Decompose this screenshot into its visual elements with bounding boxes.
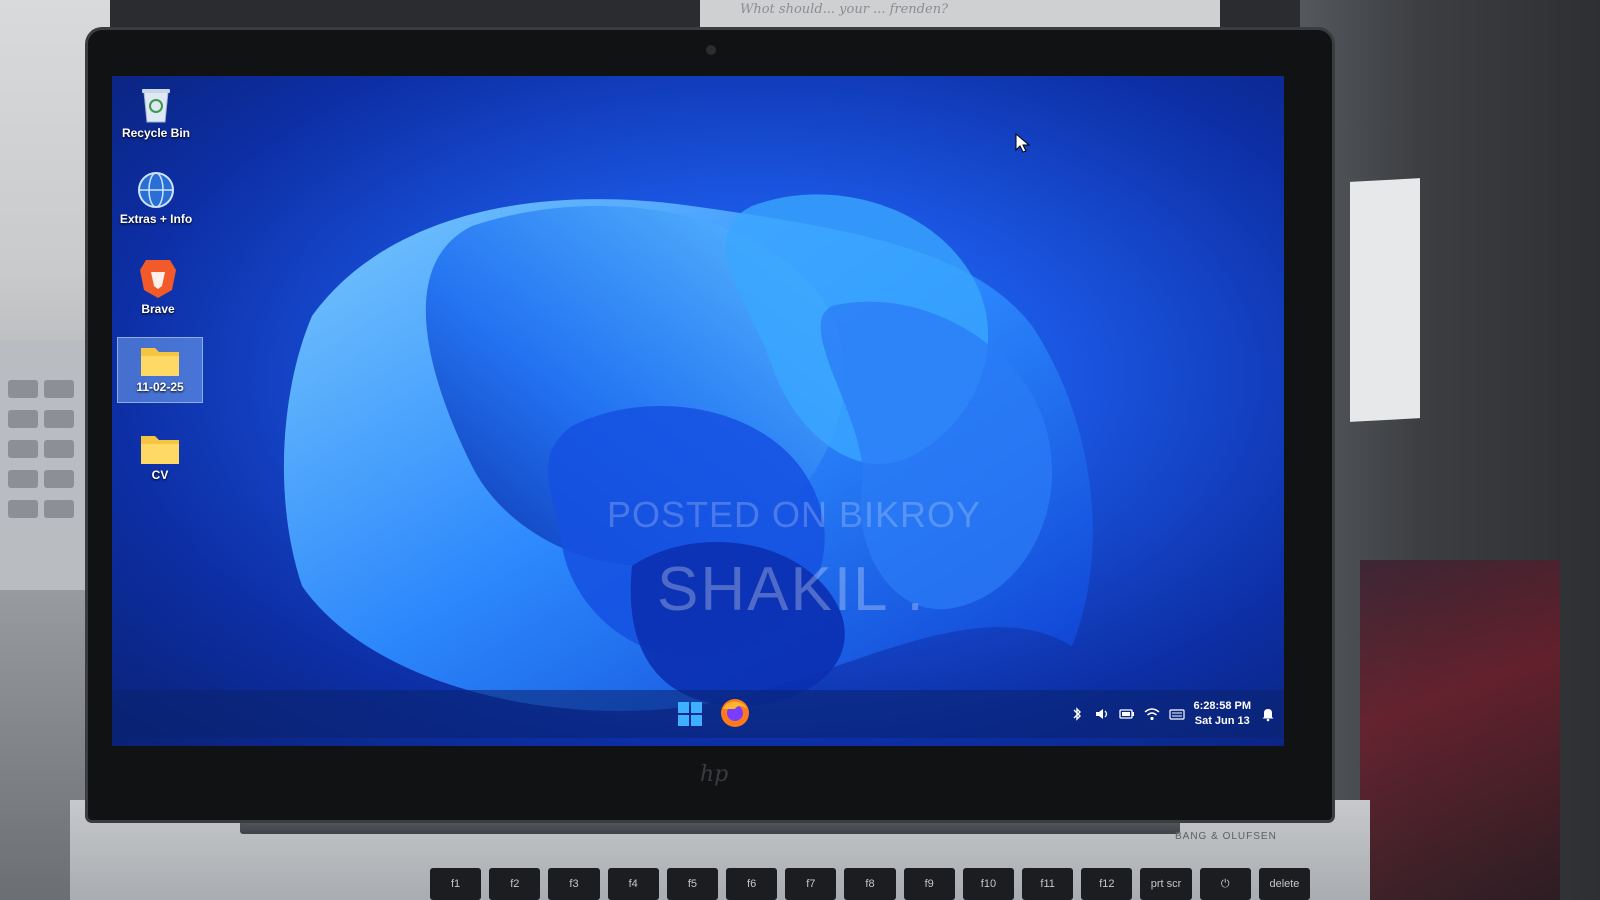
f5-key[interactable]: f5 <box>666 868 719 900</box>
print-screen-key[interactable]: prt scr <box>1140 868 1192 900</box>
keyboard-key <box>8 380 38 398</box>
system-tray: 6:28:58 PM Sat Jun 13 <box>1069 690 1276 738</box>
recycle-bin-icon <box>142 89 170 123</box>
delete-key[interactable]: delete <box>1258 868 1311 900</box>
second-laptop-keyboard <box>0 340 100 590</box>
desktop-screen[interactable]: Recycle Bin Extras + Info Brave 11-02-25… <box>112 76 1284 746</box>
keyboard-key <box>44 500 74 518</box>
keyboard-key <box>44 440 74 458</box>
brave-label: Brave <box>141 302 175 316</box>
f6-key[interactable]: f6 <box>726 868 778 900</box>
folder-11-02-25-shortcut[interactable]: 11-02-25 <box>117 337 203 403</box>
notification-bell-icon[interactable] <box>1260 706 1276 722</box>
f2-key[interactable]: f2 <box>489 868 541 900</box>
bluetooth-icon[interactable] <box>1069 706 1085 722</box>
windows-start-icon[interactable] <box>677 701 703 727</box>
keyboard-key <box>8 410 38 428</box>
f12-key[interactable]: f12 <box>1081 868 1133 900</box>
f9-key[interactable]: f9 <box>903 868 955 900</box>
folder-cv-label: CV <box>151 468 169 482</box>
bloom-wallpaper <box>283 194 1093 711</box>
f1-key[interactable]: f1 <box>430 868 482 900</box>
keyboard-key <box>8 440 38 458</box>
globe-info-icon <box>138 172 174 208</box>
brave-shortcut[interactable]: Brave <box>116 252 200 316</box>
power-key[interactable]: ⏻ <box>1199 868 1251 900</box>
wifi-icon[interactable] <box>1144 706 1160 722</box>
f4-key[interactable]: f4 <box>607 868 659 900</box>
f10-key[interactable]: f10 <box>962 868 1015 900</box>
taskbar: 6:28:58 PM Sat Jun 13 <box>112 690 1284 738</box>
keyboard-icon[interactable] <box>1168 706 1185 722</box>
extras-info-label: Extras + Info <box>119 212 193 226</box>
firefox-icon[interactable] <box>719 697 751 729</box>
background-cloth <box>1360 560 1560 900</box>
folder-cv-shortcut[interactable]: CV <box>118 426 202 482</box>
watermark-name: SHAKIL . <box>657 555 926 624</box>
folder-11-02-25-label: 11-02-25 <box>136 380 184 394</box>
keyboard-key <box>8 500 38 518</box>
recycle-bin-shortcut[interactable]: Recycle Bin <box>114 80 198 140</box>
f3-key[interactable]: f3 <box>548 868 600 900</box>
mouse-cursor-icon <box>1015 132 1031 153</box>
webcam <box>706 45 716 55</box>
keyboard-key <box>44 470 74 488</box>
battery-icon[interactable] <box>1118 706 1135 722</box>
clock-date: Sat Jun 13 <box>1194 715 1250 727</box>
background-note-text: Whot should... your ... frenden? <box>740 2 949 17</box>
function-key-row: f1 f2 f3 f4 f5 f6 f7 f8 f9 f10 f11 f12 p… <box>430 868 1311 900</box>
f11-key[interactable]: f11 <box>1022 868 1074 900</box>
keyboard-key <box>8 470 38 488</box>
watermark-posted-on: POSTED ON BIKROY <box>607 494 982 535</box>
recycle-bin-label: Recycle Bin <box>121 126 191 140</box>
clock[interactable]: 6:28:58 PM Sat Jun 13 <box>1194 699 1251 729</box>
f8-key[interactable]: f8 <box>844 868 896 900</box>
background-paper <box>1350 178 1420 422</box>
brave-lion-icon <box>140 260 176 298</box>
f7-key[interactable]: f7 <box>785 868 837 900</box>
hp-logo: hp <box>700 762 729 787</box>
speaker-brand-label: BANG & OLUFSEN <box>1175 831 1277 842</box>
folder-icon <box>141 436 179 464</box>
volume-icon[interactable] <box>1094 706 1110 722</box>
clock-time: 6:28:58 PM <box>1193 700 1251 712</box>
keyboard-key <box>44 410 74 428</box>
extras-info-shortcut[interactable]: Extras + Info <box>114 166 198 226</box>
folder-icon <box>141 348 179 376</box>
keyboard-key <box>44 380 74 398</box>
